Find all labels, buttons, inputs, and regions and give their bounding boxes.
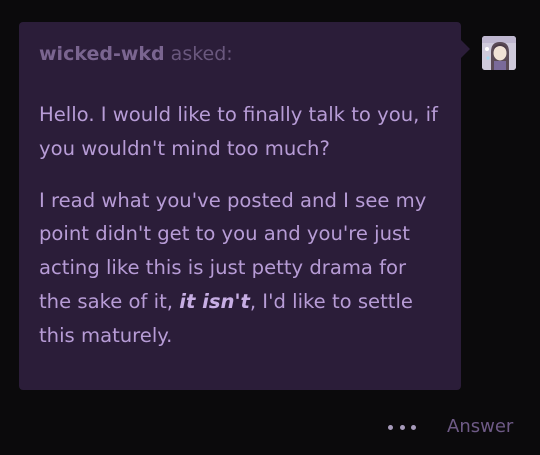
ask-bubble: wicked-wkd asked: Hello. I would like to…	[19, 22, 461, 390]
question-body: Hello. I would like to finally talk to y…	[39, 98, 441, 353]
answer-button[interactable]: Answer	[447, 415, 513, 439]
asker-line: wicked-wkd asked:	[39, 41, 441, 67]
more-options-button[interactable]	[388, 419, 416, 435]
ellipsis-icon	[388, 424, 393, 430]
asker-name-link[interactable]: wicked-wkd	[39, 43, 165, 65]
avatar-image	[482, 36, 516, 70]
question-paragraph-2: I read what you've posted and I see my p…	[39, 184, 441, 353]
post-footer: Answer	[0, 413, 540, 443]
asked-label: asked:	[170, 43, 233, 65]
ellipsis-dot	[411, 424, 416, 430]
bubble-tail	[461, 40, 470, 58]
ask-post: wicked-wkd asked: Hello. I would like to…	[0, 0, 540, 455]
ellipsis-dot	[399, 424, 405, 430]
question-emphasis: it isn't	[179, 289, 250, 313]
recipient-avatar[interactable]	[482, 36, 516, 70]
question-paragraph-1: Hello. I would like to finally talk to y…	[39, 103, 438, 160]
